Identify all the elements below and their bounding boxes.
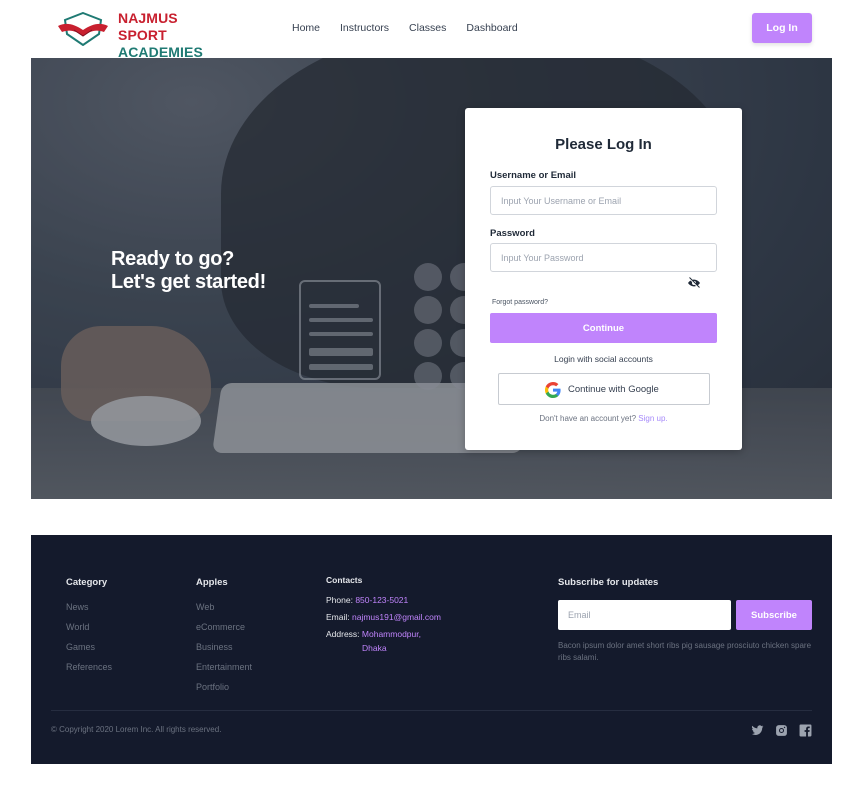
main-nav: Home Instructors Classes Dashboard: [292, 22, 538, 34]
footer-link-web[interactable]: Web: [196, 597, 252, 617]
nav-link-instructors[interactable]: Instructors: [340, 22, 389, 34]
twitter-icon[interactable]: [751, 724, 764, 737]
password-input[interactable]: [490, 243, 717, 272]
subscribe-title: Subscribe for updates: [558, 577, 659, 588]
eye-slash-icon[interactable]: [687, 277, 701, 289]
forgot-password-link[interactable]: Forgot password?: [492, 299, 548, 306]
contact-address: Address: Mohammodpur,: [326, 626, 441, 643]
contact-phone: Phone: 850-123-5021: [326, 592, 441, 609]
username-input[interactable]: [490, 186, 717, 215]
contact-phone-label: Phone:: [326, 595, 353, 605]
footer-link-entertainment[interactable]: Entertainment: [196, 657, 252, 677]
contact-address-line1: Mohammodpur,: [361, 629, 421, 639]
login-title: Please Log In: [555, 136, 652, 153]
brand-logo[interactable]: NAJMUS SPORT ACADEMIES: [56, 10, 216, 60]
username-label: Username or Email: [490, 170, 577, 181]
navbar: NAJMUS SPORT ACADEMIES Home Instructors …: [0, 0, 849, 60]
nav-link-dashboard[interactable]: Dashboard: [466, 22, 517, 34]
signup-link[interactable]: Sign up.: [638, 414, 667, 423]
footer-link-ecommerce[interactable]: eCommerce: [196, 617, 252, 637]
contact-email-label: Email:: [326, 612, 350, 622]
google-login-label: Continue with Google: [568, 384, 659, 395]
footer-link-references[interactable]: References: [66, 657, 112, 677]
footer: Category News World Games References App…: [31, 535, 832, 764]
nav-link-home[interactable]: Home: [292, 22, 320, 34]
google-login-button[interactable]: Continue with Google: [498, 373, 710, 405]
brand-name-line1: NAJMUS SPORT: [118, 10, 178, 43]
footer-category-column: Category News World Games References: [66, 577, 112, 677]
contact-phone-value[interactable]: 850-123-5021: [355, 595, 408, 605]
subscribe-email-input[interactable]: [558, 600, 731, 630]
nav-link-classes[interactable]: Classes: [409, 22, 446, 34]
footer-category-title: Category: [66, 577, 108, 588]
subscribe-button[interactable]: Subscribe: [736, 600, 812, 630]
continue-button[interactable]: Continue: [490, 313, 717, 343]
social-login-label: Login with social accounts: [554, 354, 653, 364]
hero-tagline: Ready to go? Let's get started!: [111, 248, 266, 294]
hero-tagline-line1: Ready to go?: [111, 248, 235, 270]
no-account-text: Don't have an account yet?: [539, 414, 637, 423]
contact-email: Email: najmus191@gmail.com: [326, 609, 441, 626]
header-login-button[interactable]: Log In: [752, 13, 812, 43]
contact-email-value[interactable]: najmus191@gmail.com: [352, 612, 441, 622]
subscribe-description: Bacon ipsum dolor amet short ribs pig sa…: [558, 641, 812, 662]
signup-prompt: Don't have an account yet? Sign up.: [465, 414, 742, 423]
handshake-shield-logo-icon: [58, 12, 108, 46]
footer-contacts-column: Contacts Phone: 850-123-5021 Email: najm…: [326, 575, 441, 654]
footer-apples-column: Apples Web eCommerce Business Entertainm…: [196, 577, 252, 697]
instagram-icon[interactable]: [775, 724, 788, 737]
contact-address-label: Address:: [326, 629, 360, 639]
footer-link-portfolio[interactable]: Portfolio: [196, 677, 252, 697]
login-card: Please Log In Username or Email Password…: [465, 108, 742, 450]
copyright-text: © Copyright 2020 Lorem Inc. All rights r…: [51, 725, 222, 734]
footer-apples-title: Apples: [196, 577, 228, 588]
contact-address-line2: Dhaka: [362, 643, 387, 653]
password-label: Password: [490, 228, 535, 239]
footer-link-games[interactable]: Games: [66, 637, 112, 657]
facebook-icon[interactable]: [799, 724, 812, 737]
google-icon: [545, 382, 561, 398]
footer-divider: [51, 710, 812, 711]
footer-link-news[interactable]: News: [66, 597, 112, 617]
footer-contacts-title: Contacts: [326, 575, 363, 585]
footer-link-business[interactable]: Business: [196, 637, 252, 657]
hero-tagline-line2: Let's get started!: [111, 271, 266, 293]
footer-link-world[interactable]: World: [66, 617, 112, 637]
